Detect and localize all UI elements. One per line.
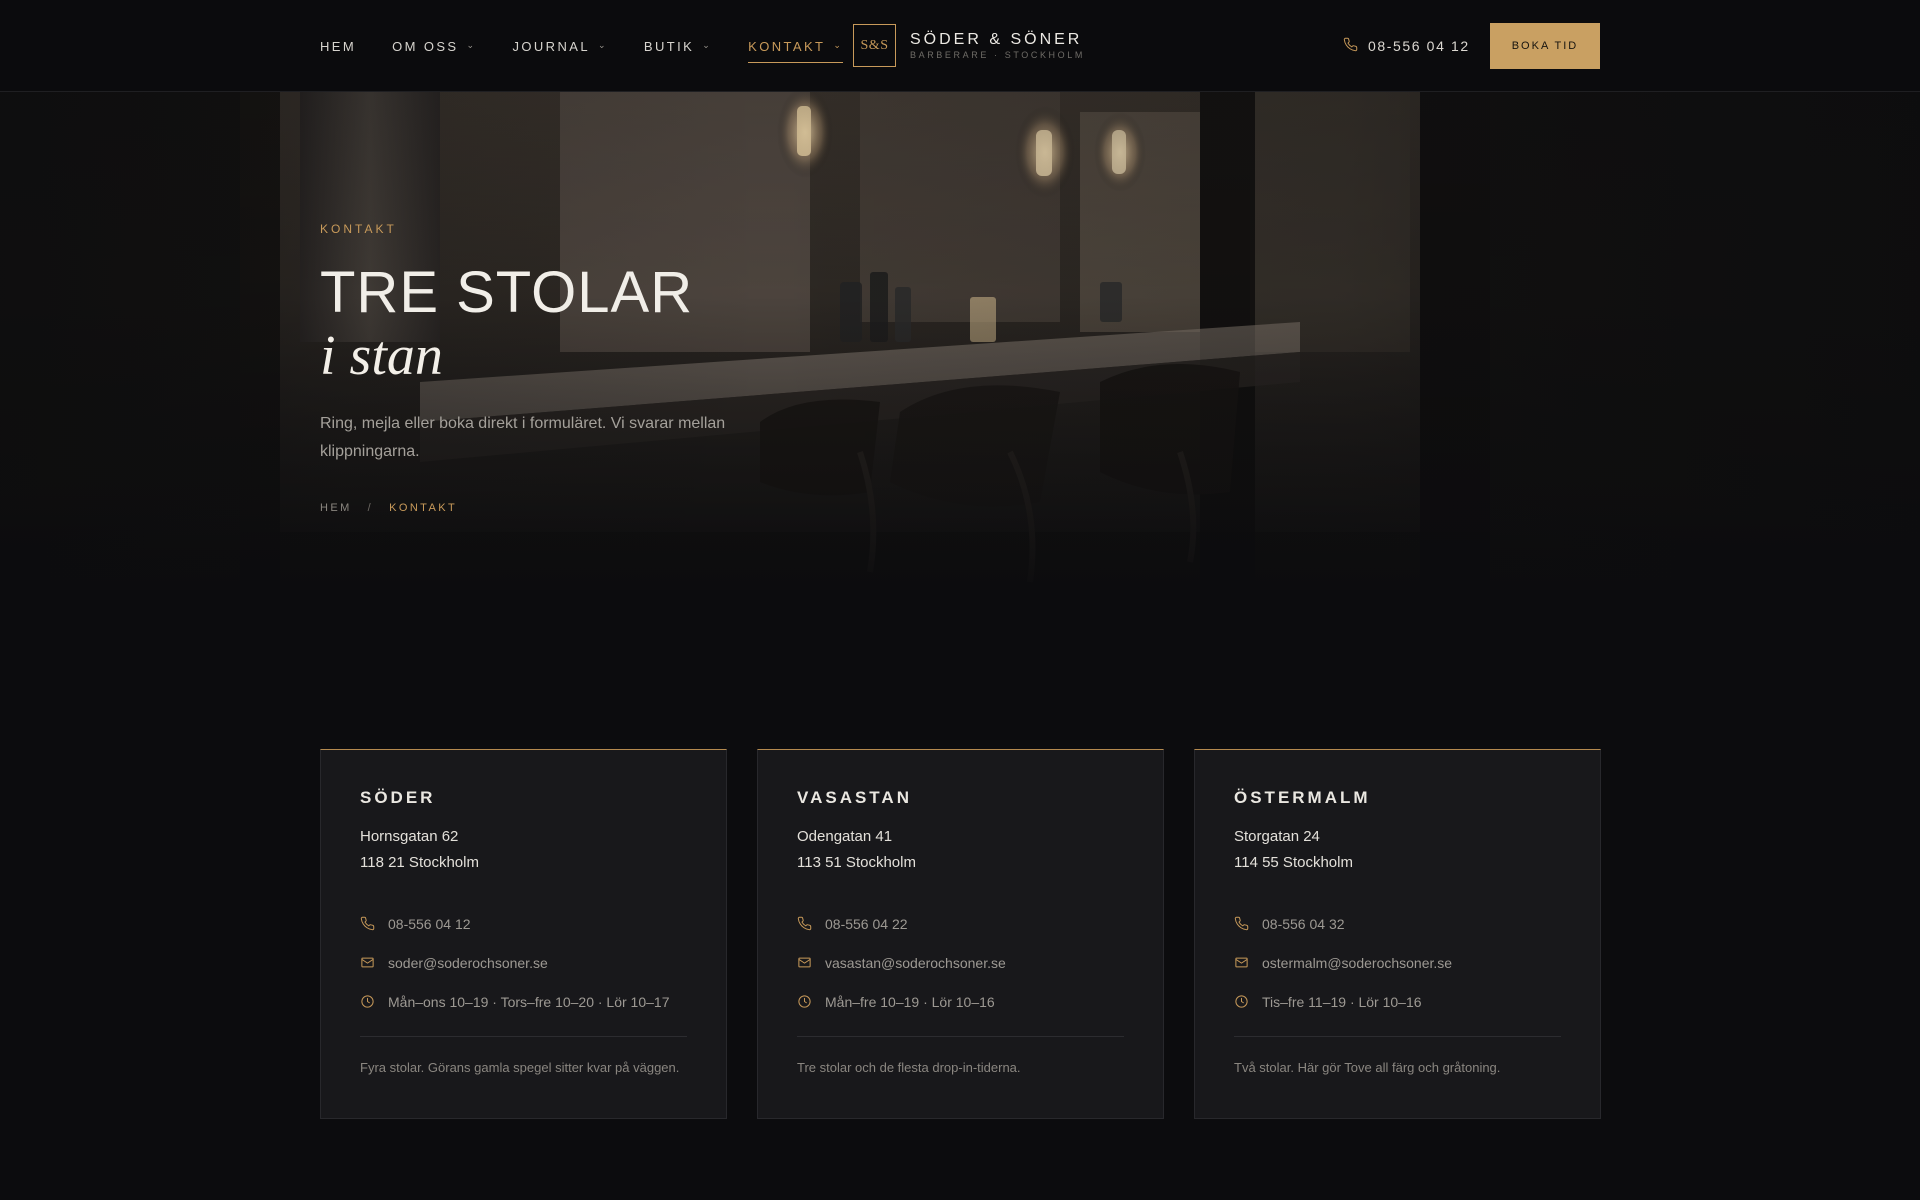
location-city: 114 55 Stockholm <box>1234 854 1353 871</box>
location-email: soder@soderochsoner.se <box>388 954 548 971</box>
location-note: Fyra stolar. Görans gamla spegel sitter … <box>360 1060 680 1075</box>
location-contact-list: 08-556 04 32 ostermalm@soderochsoner.se … <box>1234 904 1561 1021</box>
nav-item-butik[interactable]: BUTIK ⌄ <box>644 0 712 92</box>
location-email-link[interactable]: ostermalm@soderochsoner.se <box>1234 943 1561 982</box>
location-phone-link[interactable]: 08-556 04 22 <box>797 904 1124 943</box>
breadcrumb-separator: / <box>367 502 374 514</box>
hero-description: Ring, mejla eller boka direkt i formulär… <box>320 415 726 460</box>
header-phone-number: 08-556 04 12 <box>1368 38 1470 54</box>
location-name: VASASTAN <box>797 788 912 807</box>
nav-item-kontakt[interactable]: KONTAKT ⌄ <box>748 0 844 92</box>
location-hours-row: Mån–fre 10–19 · Lör 10–16 <box>797 982 1124 1021</box>
location-card-soder: SÖDER Hornsgatan 62 118 21 Stockholm 08-… <box>320 749 727 1119</box>
nav-item-label: KONTAKT <box>748 38 826 54</box>
nav-item-label: OM OSS <box>392 38 459 54</box>
card-divider <box>797 1036 1124 1037</box>
location-hours: Mån–ons 10–19 · Tors–fre 10–20 · Lör 10–… <box>388 993 670 1010</box>
hero-content: KONTAKT TRE STOLAR i stan Ring, mejla el… <box>320 222 780 514</box>
location-address: Hornsgatan 62 118 21 Stockholm <box>360 824 687 876</box>
brand-name: SÖDER & SÖNER <box>910 31 1083 48</box>
location-contact-list: 08-556 04 22 vasastan@soderochsoner.se M… <box>797 904 1124 1021</box>
breadcrumb: HEM / KONTAKT <box>320 502 780 514</box>
chevron-down-icon: ⌄ <box>597 39 608 50</box>
breadcrumb-home-link[interactable]: HEM <box>320 502 352 514</box>
page-title: TRE STOLAR <box>320 260 694 325</box>
location-note: Två stolar. Här gör Tove all färg och gr… <box>1234 1060 1501 1075</box>
hero-eyebrow: KONTAKT <box>320 222 397 236</box>
mail-icon <box>797 955 812 970</box>
locations-section: SÖDER Hornsgatan 62 118 21 Stockholm 08-… <box>320 749 1601 1119</box>
clock-icon <box>1234 994 1249 1009</box>
chevron-down-icon: ⌄ <box>702 39 713 50</box>
chevron-down-icon: ⌄ <box>466 39 477 50</box>
breadcrumb-current: KONTAKT <box>389 502 458 514</box>
book-appointment-button[interactable]: BOKA TID <box>1490 23 1600 69</box>
location-city: 118 21 Stockholm <box>360 854 479 871</box>
hero-overlay <box>0 92 1920 602</box>
location-street: Hornsgatan 62 <box>360 828 459 845</box>
location-phone-link[interactable]: 08-556 04 32 <box>1234 904 1561 943</box>
location-hours-row: Tis–fre 11–19 · Lör 10–16 <box>1234 982 1561 1021</box>
location-email: vasastan@soderochsoner.se <box>825 954 1006 971</box>
nav-item-label: HEM <box>320 38 357 54</box>
location-email: ostermalm@soderochsoner.se <box>1262 954 1453 971</box>
clock-icon <box>797 994 812 1009</box>
page-title-italic: i stan <box>320 325 443 387</box>
brand-tagline: BARBERARE · STOCKHOLM <box>910 50 1085 60</box>
location-card-vasastan: VASASTAN Odengatan 41 113 51 Stockholm 0… <box>757 749 1164 1119</box>
clock-icon <box>360 994 375 1009</box>
phone-icon <box>797 916 812 931</box>
location-note: Tre stolar och de flesta drop-in-tiderna… <box>797 1060 1021 1075</box>
nav-item-label: JOURNAL <box>512 38 590 54</box>
location-address: Odengatan 41 113 51 Stockholm <box>797 824 1124 876</box>
nav-item-journal[interactable]: JOURNAL ⌄ <box>512 0 607 92</box>
card-divider <box>1234 1036 1561 1037</box>
location-card-ostermalm: ÖSTERMALM Storgatan 24 114 55 Stockholm … <box>1194 749 1601 1119</box>
logo-mark: S&S <box>853 24 896 67</box>
phone-icon <box>1234 916 1249 931</box>
location-email-link[interactable]: soder@soderochsoner.se <box>360 943 687 982</box>
location-name: SÖDER <box>360 788 436 807</box>
location-phone-link[interactable]: 08-556 04 12 <box>360 904 687 943</box>
nav-item-label: BUTIK <box>643 38 695 54</box>
chevron-down-icon: ⌄ <box>833 39 844 50</box>
hero-section: KONTAKT TRE STOLAR i stan Ring, mejla el… <box>0 92 1920 602</box>
mail-icon <box>1234 955 1249 970</box>
location-hours-row: Mån–ons 10–19 · Tors–fre 10–20 · Lör 10–… <box>360 982 687 1021</box>
main-nav: HEM OM OSS ⌄ JOURNAL ⌄ BUTIK ⌄ KONTAKT ⌄ <box>320 0 879 92</box>
location-contact-list: 08-556 04 12 soder@soderochsoner.se Mån–… <box>360 904 687 1021</box>
location-city: 113 51 Stockholm <box>797 854 916 871</box>
mail-icon <box>360 955 375 970</box>
location-phone: 08-556 04 12 <box>388 915 471 932</box>
location-street: Storgatan 24 <box>1234 828 1320 845</box>
nav-item-hem[interactable]: HEM <box>320 0 356 92</box>
location-phone: 08-556 04 32 <box>1262 915 1345 932</box>
location-name: ÖSTERMALM <box>1234 788 1371 807</box>
location-hours: Mån–fre 10–19 · Lör 10–16 <box>825 993 995 1010</box>
location-email-link[interactable]: vasastan@soderochsoner.se <box>797 943 1124 982</box>
phone-icon <box>1343 37 1358 55</box>
card-divider <box>360 1036 687 1037</box>
nav-item-om-oss[interactable]: OM OSS ⌄ <box>392 0 476 92</box>
location-street: Odengatan 41 <box>797 828 893 845</box>
brand-text: SÖDER & SÖNER BARBERARE · STOCKHOLM <box>910 31 1085 60</box>
location-phone: 08-556 04 22 <box>825 915 908 932</box>
header-phone-link[interactable]: 08-556 04 12 <box>1343 0 1470 92</box>
phone-icon <box>360 916 375 931</box>
site-header: HEM OM OSS ⌄ JOURNAL ⌄ BUTIK ⌄ KONTAKT ⌄… <box>0 0 1920 92</box>
location-hours: Tis–fre 11–19 · Lör 10–16 <box>1262 993 1422 1010</box>
brand-logo[interactable]: S&S SÖDER & SÖNER BARBERARE · STOCKHOLM <box>853 24 1085 67</box>
location-address: Storgatan 24 114 55 Stockholm <box>1234 824 1561 876</box>
